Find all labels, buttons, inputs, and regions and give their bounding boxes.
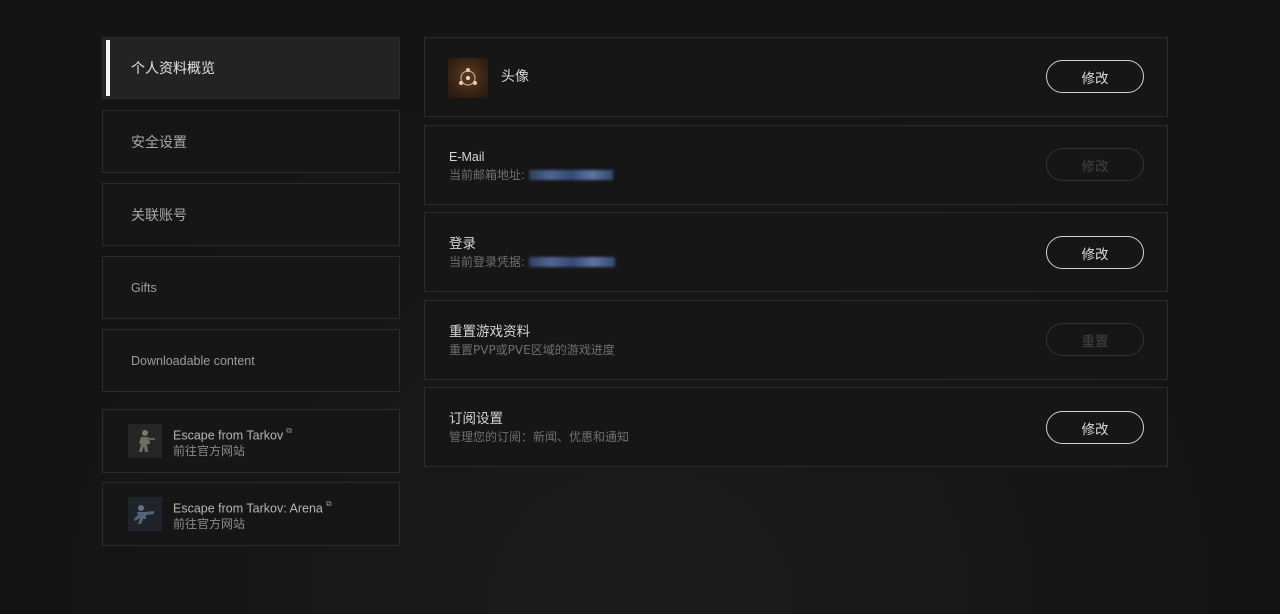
subscription-edit-button[interactable]: 修改: [1046, 411, 1144, 444]
subscription-subtitle: 管理您的订阅：新闻、优惠和通知: [449, 430, 630, 444]
redacted-email-value: [529, 170, 614, 180]
sidebar-item-linked-accounts[interactable]: 关联账号: [102, 183, 400, 246]
email-edit-button[interactable]: 修改: [1046, 148, 1144, 181]
login-title: 登录: [449, 236, 476, 252]
external-link-subtitle: 前往官方网站: [173, 443, 246, 458]
external-link-title: Escape from Tarkov: [173, 428, 284, 443]
email-subtitle: 当前邮箱地址:: [449, 168, 526, 182]
arena-soldier-icon: [128, 497, 162, 531]
reset-button[interactable]: 重置: [1046, 323, 1144, 356]
avatar-title: 头像: [501, 69, 529, 85]
sidebar-item-label: 关联账号: [131, 207, 187, 224]
sidebar-item-downloadable-content[interactable]: Downloadable content: [102, 329, 400, 392]
reset-profile-card: 重置游戏资料 重置PVP或PVE区域的游戏进度 重置: [424, 300, 1168, 380]
sidebar-item-profile-overview[interactable]: 个人资料概览: [102, 37, 400, 99]
external-link-title: Escape from Tarkov: Arena: [173, 501, 323, 516]
login-edit-button[interactable]: 修改: [1046, 236, 1144, 269]
sidebar-item-label: 安全设置: [131, 134, 187, 151]
sidebar-item-gifts[interactable]: Gifts: [102, 256, 400, 319]
login-subtitle: 当前登录凭据:: [449, 255, 526, 269]
external-link-tarkov[interactable]: Escape from Tarkov ⧉ 前往官方网站: [102, 409, 400, 473]
avatar: [448, 58, 488, 98]
login-card: 登录 当前登录凭据: 修改: [424, 212, 1168, 292]
email-title: E-Mail: [449, 150, 485, 164]
sidebar-item-label: Gifts: [131, 280, 157, 295]
reset-subtitle: 重置PVP或PVE区域的游戏进度: [449, 343, 615, 357]
redacted-login-value: [529, 257, 616, 267]
external-arrow-icon: ⧉: [286, 426, 292, 436]
tarkov-soldier-icon: [128, 424, 162, 458]
external-link-subtitle: 前往官方网站: [173, 516, 246, 531]
sidebar-item-label: Downloadable content: [131, 353, 255, 368]
reset-title: 重置游戏资料: [449, 324, 530, 340]
sidebar-item-security-settings[interactable]: 安全设置: [102, 110, 400, 173]
email-card: E-Mail 当前邮箱地址: 修改: [424, 125, 1168, 205]
subscription-title: 订阅设置: [449, 411, 503, 427]
sidebar-item-label: 个人资料概览: [131, 61, 215, 77]
external-arrow-icon: ⧉: [325, 499, 332, 509]
avatar-edit-button[interactable]: 修改: [1046, 60, 1144, 93]
subscription-card: 订阅设置 管理您的订阅：新闻、优惠和通知 修改: [424, 387, 1168, 467]
avatar-emblem-icon: [459, 68, 477, 86]
avatar-card: 头像 修改: [424, 37, 1168, 117]
external-link-tarkov-arena[interactable]: Escape from Tarkov: Arena ⧉ 前往官方网站: [102, 482, 400, 546]
